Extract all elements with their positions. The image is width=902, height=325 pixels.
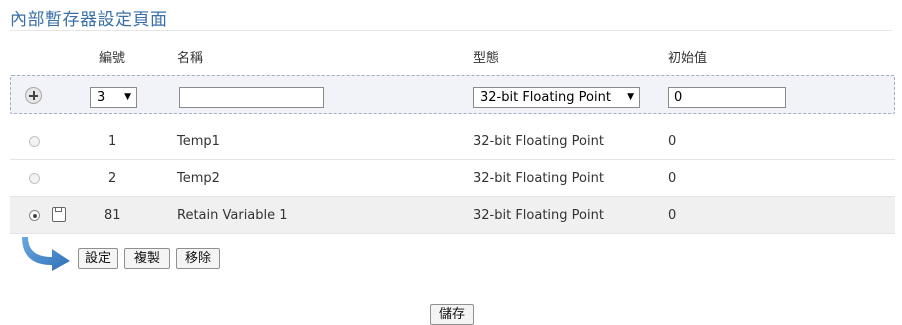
column-header-name: 名稱 — [177, 51, 204, 66]
title-divider — [10, 30, 892, 31]
row-initial-value: 0 — [668, 171, 677, 186]
plus-circle-icon[interactable] — [25, 87, 42, 104]
remove-button[interactable]: 移除 — [176, 248, 220, 269]
floppy-disk-icon — [52, 207, 66, 222]
row-number: 2 — [108, 171, 117, 186]
row-name: Temp1 — [177, 134, 220, 149]
number-select-value: 3 — [97, 90, 106, 105]
table-row[interactable]: 1 Temp1 32-bit Floating Point 0 — [10, 123, 895, 160]
caret-down-icon: ▼ — [627, 92, 634, 102]
name-input[interactable] — [179, 87, 324, 108]
type-select[interactable]: 32-bit Floating Point ▼ — [473, 87, 640, 108]
page-title: 內部暫存器設定頁面 — [10, 10, 168, 30]
initial-value-input[interactable] — [668, 87, 786, 108]
row-select-radio[interactable] — [29, 173, 40, 184]
row-select-radio[interactable] — [29, 136, 40, 147]
row-initial-value: 0 — [668, 208, 677, 223]
row-type: 32-bit Floating Point — [473, 171, 604, 186]
column-header-type: 型態 — [473, 51, 500, 66]
row-name: Temp2 — [177, 171, 220, 186]
curved-arrow-icon — [22, 237, 70, 271]
column-header-number: 編號 — [99, 51, 126, 66]
row-type: 32-bit Floating Point — [473, 208, 604, 223]
row-name: Retain Variable 1 — [177, 208, 288, 223]
caret-down-icon: ▼ — [124, 92, 131, 102]
set-button[interactable]: 設定 — [78, 248, 118, 269]
row-number: 81 — [104, 208, 121, 223]
column-header-initial-value: 初始值 — [668, 51, 708, 66]
type-select-value: 32-bit Floating Point — [480, 90, 611, 105]
row-number: 1 — [108, 134, 117, 149]
copy-button[interactable]: 複製 — [124, 248, 170, 269]
row-select-radio[interactable] — [29, 210, 40, 221]
table-row[interactable]: 2 Temp2 32-bit Floating Point 0 — [10, 160, 895, 197]
row-type: 32-bit Floating Point — [473, 134, 604, 149]
row-initial-value: 0 — [668, 134, 677, 149]
number-select[interactable]: 3 ▼ — [90, 87, 137, 108]
table-row[interactable]: 81 Retain Variable 1 32-bit Floating Poi… — [10, 197, 895, 234]
